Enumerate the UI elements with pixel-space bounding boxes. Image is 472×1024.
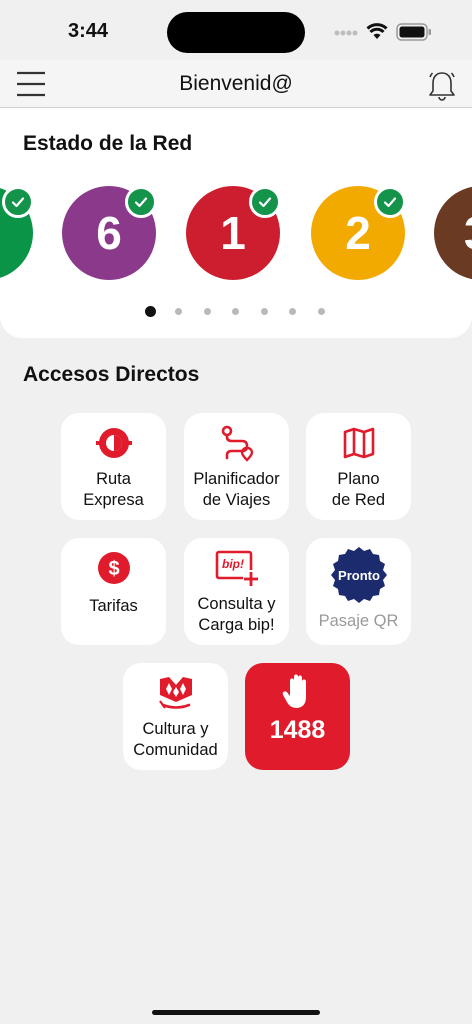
home-indicator[interactable] (152, 1010, 320, 1015)
hand-stop-icon (282, 674, 306, 708)
metro-logo-icon (158, 677, 192, 709)
network-section-title: Estado de la Red (23, 132, 193, 155)
bip-card-button[interactable]: bip! Consulta y Carga bip! (184, 538, 289, 645)
tile-label: Plano de Red (331, 470, 386, 509)
status-time: 3:44 (68, 20, 109, 42)
status-ok-icon (374, 186, 406, 218)
status-bar: 3:44 (0, 0, 472, 60)
svg-text:$: $ (108, 558, 119, 580)
page-dot (145, 306, 156, 317)
network-map-button[interactable]: Plano de Red (306, 413, 411, 520)
page-dot (204, 308, 211, 315)
carousel-page-indicator[interactable] (0, 305, 472, 319)
wifi-icon (366, 23, 388, 39)
line-label: 6 (96, 207, 122, 259)
tile-label: Planificador de Viajes (193, 470, 280, 509)
tile-label: Pasaje QR (318, 612, 399, 630)
emergency-number-label: 1488 (269, 716, 326, 744)
signal-icon (334, 30, 358, 36)
line-label: 3 (464, 206, 472, 260)
page-dot (175, 308, 182, 315)
trip-planner-button[interactable]: Planificador de Viajes (184, 413, 289, 520)
qr-ticket-button[interactable]: Pronto Pasaje QR (306, 538, 411, 645)
page-dot (318, 308, 325, 315)
trip-planner-icon (221, 425, 253, 462)
culture-community-button[interactable]: Cultura y Comunidad (123, 663, 228, 770)
line-label: 1 (220, 207, 246, 259)
line-label: 2 (345, 207, 371, 259)
tile-label: Cultura y Comunidad (133, 720, 218, 759)
pronto-badge-icon: Pronto (331, 547, 387, 603)
status-ok-icon (125, 186, 157, 218)
tile-label: Ruta Expresa (83, 470, 144, 509)
status-ok-icon (249, 186, 281, 218)
page-dot (232, 308, 239, 315)
emergency-1488-button[interactable]: 1488 (245, 663, 350, 770)
tile-label: Consulta y Carga bip! (197, 595, 276, 634)
page-dot (289, 308, 296, 315)
notifications-button[interactable] (424, 68, 460, 104)
bell-icon (429, 72, 455, 101)
battery-icon (396, 23, 431, 41)
network-status-card: Estado de la Red 6 1 2 3 (0, 108, 472, 338)
shortcuts-section-title: Accesos Directos (23, 363, 200, 386)
line-circle-line-3[interactable]: 3 (434, 186, 472, 280)
express-route-button[interactable]: Ruta Expresa (61, 413, 166, 520)
status-ok-icon (2, 186, 34, 218)
page-dot (261, 308, 268, 315)
bip-card-icon: bip! (215, 550, 259, 586)
express-route-icon (95, 428, 132, 458)
pronto-badge-text: Pronto (338, 568, 380, 583)
dynamic-island (167, 12, 305, 53)
page-title: Bienvenid@ (179, 72, 293, 95)
bip-icon-text: bip! (222, 557, 244, 571)
fares-icon: $ (97, 552, 130, 584)
fares-button[interactable]: $ Tarifas (61, 538, 166, 645)
network-map-icon (343, 427, 374, 459)
nav-bar: Bienvenid@ (0, 60, 472, 108)
tile-label: Tarifas (89, 597, 138, 615)
